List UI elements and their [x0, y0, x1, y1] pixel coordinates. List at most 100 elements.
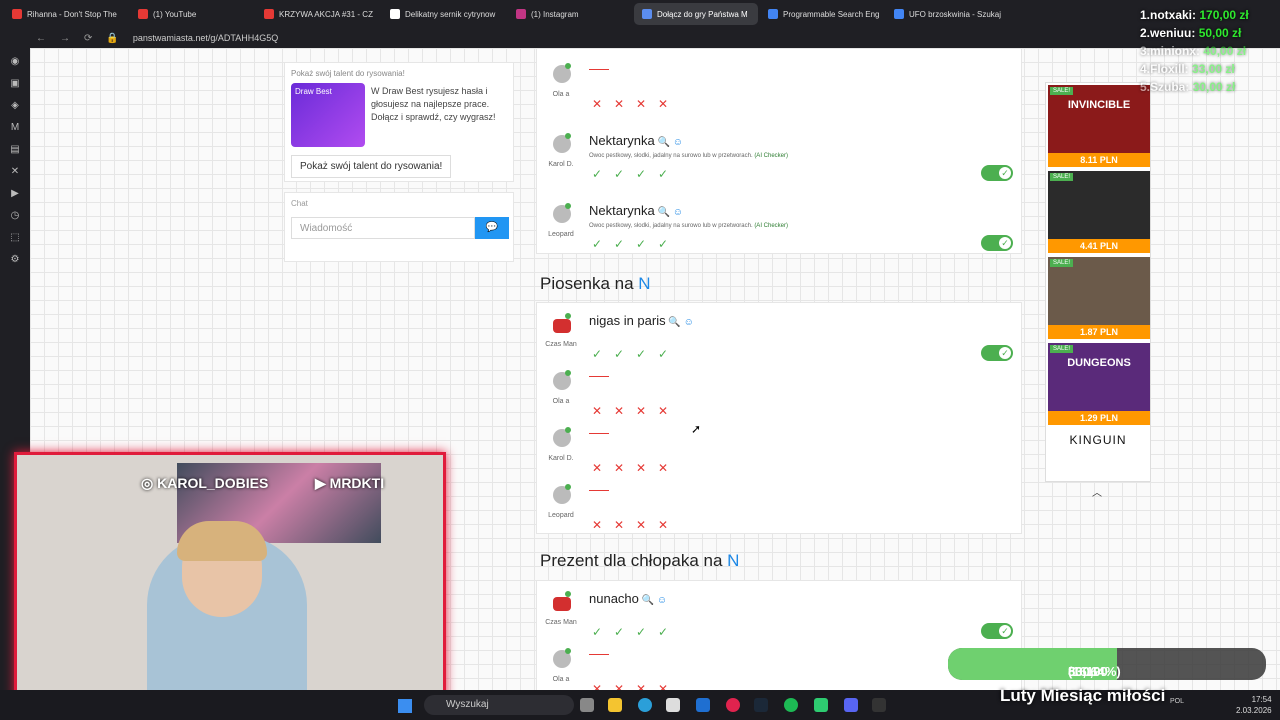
check-icon[interactable]: ✓	[633, 167, 649, 181]
tab-favicon-icon	[516, 9, 526, 19]
cross-icon[interactable]: ✕	[655, 518, 671, 532]
spotify-icon[interactable]	[784, 698, 798, 712]
check-icon[interactable]: ✓	[655, 237, 671, 251]
check-icon[interactable]: ✓	[611, 347, 627, 361]
browser-tab[interactable]: Delikatny sernik cytrynow	[382, 3, 506, 25]
search-icon[interactable]: 🔍 ☺	[666, 317, 693, 328]
game-title: INVINCIBLE	[1067, 99, 1131, 111]
chat-input[interactable]: Wiadomość	[291, 217, 475, 239]
user-name: Leopard	[548, 231, 574, 238]
check-icon[interactable]: ✓	[589, 167, 605, 181]
chat-send-button[interactable]: 💬	[475, 217, 509, 239]
settings-icon[interactable]: ⚙	[9, 254, 21, 266]
task-view-icon[interactable]	[580, 698, 594, 712]
cross-icon[interactable]: ✕	[589, 461, 605, 475]
answer-row: Karol D. ✕ ✕ ✕ ✕	[537, 423, 1019, 479]
game-ad-tile[interactable]: SALE! 1.87 PLN	[1048, 257, 1150, 339]
collapse-icon[interactable]: ︿	[1092, 484, 1102, 499]
browser-tab[interactable]: (1) YouTube	[130, 3, 254, 25]
check-icon[interactable]: ✓	[655, 347, 671, 361]
tab-favicon-icon	[390, 9, 400, 19]
sidebar-icon[interactable]: ⬚	[9, 232, 21, 244]
taskbar-clock[interactable]: 17:54 2.03.2026	[1236, 694, 1272, 716]
cross-icon[interactable]: ✕	[655, 461, 671, 475]
cross-icon[interactable]: ✕	[633, 682, 649, 690]
opera-gx-icon[interactable]	[726, 698, 740, 712]
reload-icon[interactable]: ⟳	[84, 33, 92, 44]
draw-best-thumbnail[interactable]: Draw Best	[291, 83, 365, 147]
search-icon[interactable]: 🔍 ☺	[639, 595, 667, 606]
cross-icon[interactable]: ✕	[611, 404, 627, 418]
game-ad-tile[interactable]: SALE! 4.41 PLN	[1048, 171, 1150, 253]
accept-toggle[interactable]: ✓	[981, 165, 1013, 181]
cross-icon[interactable]: ✕	[655, 404, 671, 418]
sidebar-icon[interactable]: ◈	[9, 100, 21, 112]
cross-icon[interactable]: ✕	[611, 97, 627, 111]
sidebar-icon[interactable]: ▣	[9, 78, 21, 90]
cross-icon[interactable]: ✕	[611, 682, 627, 690]
x-icon[interactable]: ✕	[9, 166, 21, 178]
cross-icon[interactable]: ✕	[655, 97, 671, 111]
cross-icon[interactable]: ✕	[589, 518, 605, 532]
accept-toggle[interactable]: ✓	[981, 623, 1013, 639]
ad-banner[interactable]: KINGUIN SALE! INVINCIBLE 8.11 PLN SALE! 4.41…	[1045, 82, 1151, 482]
cross-icon[interactable]: ✕	[589, 97, 605, 111]
kinguin-logo[interactable]: KINGUIN	[1046, 433, 1150, 447]
browser-tab[interactable]: Programmable Search Eng	[760, 3, 884, 25]
app-icon[interactable]	[814, 698, 828, 712]
history-icon[interactable]: ◷	[9, 210, 21, 222]
game-ad-tile[interactable]: SALE! INVINCIBLE 8.11 PLN	[1048, 85, 1150, 167]
cross-icon[interactable]: ✕	[633, 97, 649, 111]
check-icon[interactable]: ✓	[589, 625, 605, 639]
address-bar[interactable]: ← → ⟳ 🔒 panstwamiasta.net/g/ADTAHH4G5Q	[0, 28, 1280, 48]
check-icon[interactable]: ✓	[655, 625, 671, 639]
search-icon[interactable]: 🔍 ☺	[655, 137, 683, 148]
browser-tab[interactable]: KRZYWA AKCJA #31 - CZ	[256, 3, 380, 25]
check-icon[interactable]: ✓	[633, 625, 649, 639]
cross-icon[interactable]: ✕	[655, 682, 671, 690]
check-icon[interactable]: ✓	[589, 237, 605, 251]
windows-start-icon[interactable]	[398, 699, 412, 713]
cross-icon[interactable]: ✕	[633, 404, 649, 418]
store-icon[interactable]	[666, 698, 680, 712]
accept-toggle[interactable]: ✓	[981, 345, 1013, 361]
discord-icon[interactable]	[844, 698, 858, 712]
epic-games-icon[interactable]	[872, 698, 886, 712]
cross-icon[interactable]: ✕	[633, 461, 649, 475]
edge-icon[interactable]	[638, 698, 652, 712]
twitch-icon[interactable]: ▤	[9, 144, 21, 156]
file-explorer-icon[interactable]	[608, 698, 622, 712]
mail-icon[interactable]	[696, 698, 710, 712]
browser-tab[interactable]: UFO brzoskwinia - Szukaj	[886, 3, 1010, 25]
back-icon[interactable]: ←	[36, 33, 46, 44]
cross-icon[interactable]: ✕	[589, 404, 605, 418]
cross-icon[interactable]: ✕	[611, 518, 627, 532]
taskbar-search[interactable]: Wyszukaj	[424, 695, 574, 715]
search-icon[interactable]: 🔍 ☺	[655, 207, 683, 218]
user-avatar-icon	[553, 597, 571, 611]
promo-button[interactable]: Pokaż swój talent do rysowania!	[291, 155, 452, 178]
check-icon[interactable]: ✓	[611, 167, 627, 181]
browser-tab[interactable]: (1) Instagram	[508, 3, 632, 25]
sidebar-icon[interactable]: M	[9, 122, 21, 134]
lang-indicator[interactable]: POL	[1170, 698, 1192, 712]
browser-tab[interactable]: Rihanna - Don't Stop The	[4, 3, 128, 25]
cross-icon[interactable]: ✕	[611, 461, 627, 475]
sidebar-icon[interactable]: ▶	[9, 188, 21, 200]
accept-toggle[interactable]: ✓	[981, 235, 1013, 251]
url-text[interactable]: panstwamiasta.net/g/ADTAHH4G5Q	[133, 33, 278, 43]
steam-icon[interactable]	[754, 698, 768, 712]
browser-tab[interactable]: Dołącz do gry Państwa M	[634, 3, 758, 25]
check-icon[interactable]: ✓	[633, 347, 649, 361]
forward-icon[interactable]: →	[60, 33, 70, 44]
check-icon[interactable]: ✓	[655, 167, 671, 181]
sidebar-icon[interactable]: ◉	[9, 56, 21, 68]
check-icon[interactable]: ✓	[633, 237, 649, 251]
check-icon[interactable]: ✓	[611, 237, 627, 251]
check-icon[interactable]: ✓	[611, 625, 627, 639]
cross-icon[interactable]: ✕	[633, 518, 649, 532]
game-ad-tile[interactable]: SALE! DUNGEONS 1.29 PLN	[1048, 343, 1150, 425]
tab-favicon-icon	[138, 9, 148, 19]
check-icon[interactable]: ✓	[589, 347, 605, 361]
cross-icon[interactable]: ✕	[589, 682, 605, 690]
